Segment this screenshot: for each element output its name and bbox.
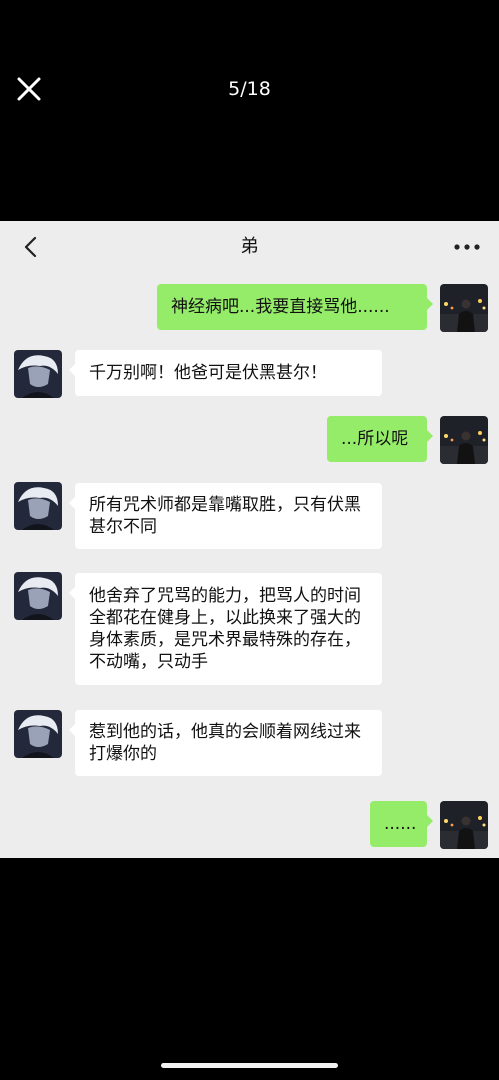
message-bubble-them[interactable]: 惹到他的话，他真的会顺着网线过来打爆你的: [69, 710, 382, 776]
message-bubble-me[interactable]: 神经病吧...我要直接骂他......: [157, 284, 433, 330]
home-indicator[interactable]: [161, 1063, 338, 1068]
message-bubble-them[interactable]: 千万别啊！他爸可是伏黑甚尔！: [69, 350, 382, 396]
image-counter: 5/18: [228, 78, 271, 100]
message-bubble-them[interactable]: 所有咒术师都是靠嘴取胜，只有伏黑甚尔不同: [69, 483, 382, 549]
message-bubble-them[interactable]: 他舍弃了咒骂的能力，把骂人的时间全都花在健身上，以此换来了强大的身体素质，是咒术…: [69, 573, 382, 685]
message-bubble-me[interactable]: ...所以呢: [327, 416, 433, 462]
image-viewer-header: 5/18: [0, 0, 499, 220]
contact-avatar[interactable]: [14, 350, 62, 398]
chat-title: 弟: [240, 236, 259, 257]
more-dots-icon[interactable]: [453, 239, 481, 255]
chat-screenshot: 弟 神经病吧...我要直接骂他...... 千万别啊！他爸可是伏黑甚尔！ ...…: [0, 221, 499, 858]
my-avatar[interactable]: [440, 801, 488, 849]
contact-avatar[interactable]: [14, 710, 62, 758]
contact-avatar[interactable]: [14, 482, 62, 530]
my-avatar[interactable]: [440, 416, 488, 464]
chat-nav-bar: 弟: [0, 221, 499, 273]
my-avatar[interactable]: [440, 284, 488, 332]
message-bubble-me[interactable]: ......: [370, 801, 433, 847]
contact-avatar[interactable]: [14, 572, 62, 620]
